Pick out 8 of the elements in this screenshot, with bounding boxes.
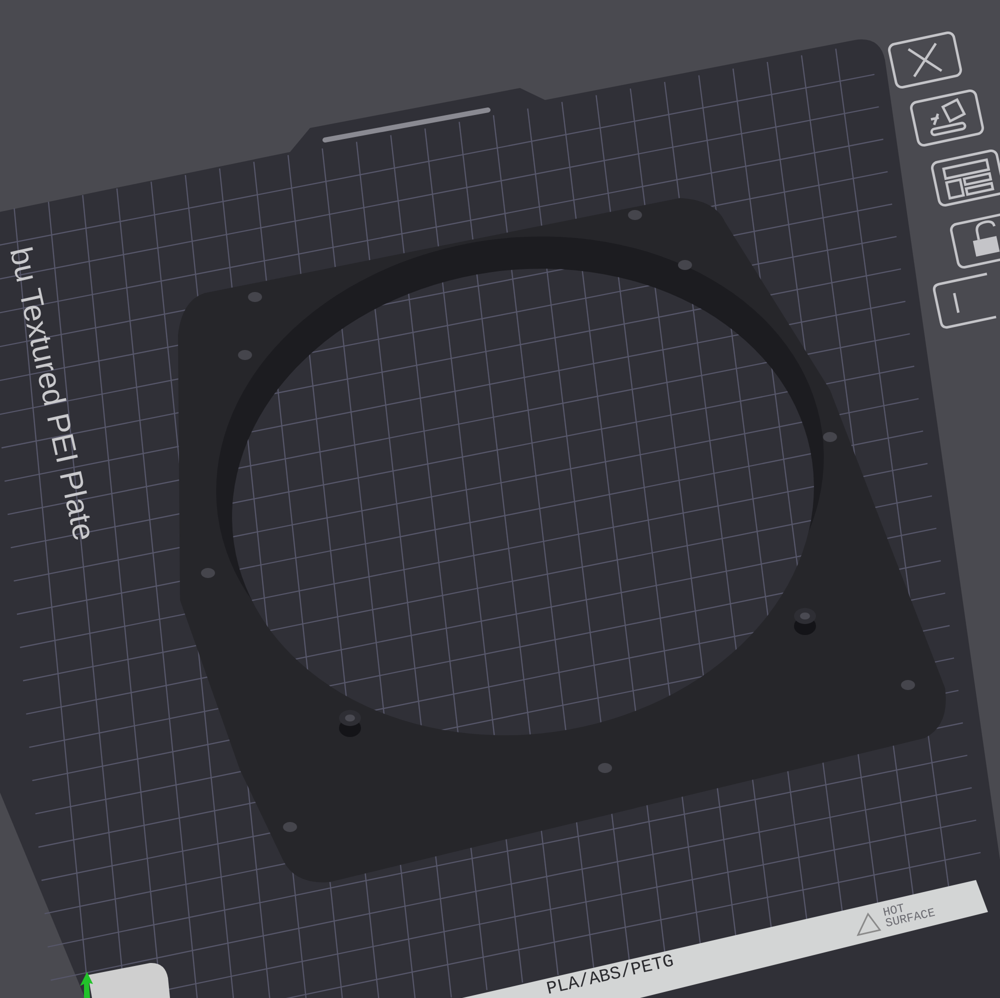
toolbar-button[interactable]: [932, 272, 996, 329]
warning-label: HOT SURFACE: [882, 901, 936, 931]
arrange-button[interactable]: [908, 88, 986, 148]
layout-button[interactable]: [930, 148, 1000, 208]
plate-name: bu Textured PEI Plate: [3, 244, 102, 544]
axis-arrow-icon: [80, 972, 93, 998]
close-button[interactable]: [886, 30, 964, 90]
warning-triangle-icon: [856, 912, 882, 936]
